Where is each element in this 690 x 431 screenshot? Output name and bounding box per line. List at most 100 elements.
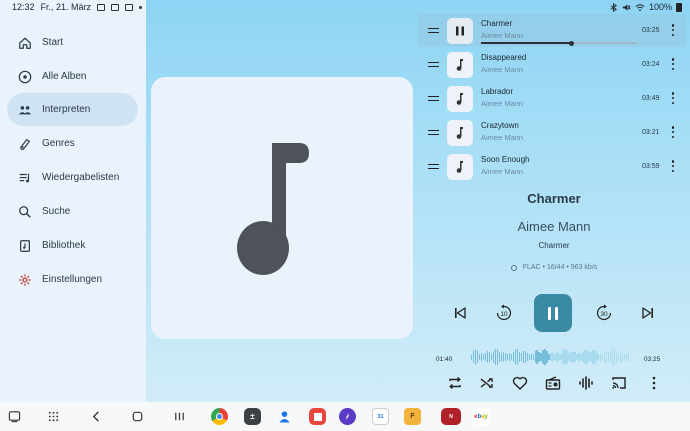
calculator-app-icon[interactable]: ± bbox=[244, 408, 261, 425]
elapsed-time: 01:40 bbox=[436, 356, 453, 363]
more-options-icon[interactable] bbox=[668, 125, 678, 139]
sidebar-item-suche[interactable]: Suche bbox=[7, 195, 138, 228]
queue-item-artist: Aimee Mann bbox=[481, 167, 524, 176]
music-note-icon bbox=[237, 143, 309, 275]
back-button[interactable] bbox=[88, 408, 105, 425]
sidebar-item-label: Bibliothek bbox=[42, 240, 86, 251]
calendar-app-icon[interactable]: 31 bbox=[372, 408, 389, 425]
cast-button[interactable] bbox=[609, 373, 629, 393]
queue-item[interactable]: Crazytown Aimee Mann 03:21 bbox=[418, 116, 686, 149]
waveform[interactable] bbox=[471, 348, 630, 366]
favorite-button[interactable] bbox=[510, 373, 530, 393]
sidebar-item-wiedergabelisten[interactable]: Wiedergabelisten bbox=[7, 161, 138, 194]
next-button[interactable] bbox=[640, 305, 656, 321]
heart-icon bbox=[512, 376, 528, 390]
queue-item-title: Disappeared bbox=[481, 53, 527, 62]
progress-knob bbox=[568, 40, 574, 46]
library-icon bbox=[18, 239, 32, 253]
queue-item-artist: Aimee Mann bbox=[481, 99, 524, 108]
status-bar: 12:32 Fr., 21. März 100% bbox=[0, 0, 690, 14]
queue-list: Charmer Aimee Mann 03:25 Disappeared Aim… bbox=[418, 14, 690, 190]
drag-handle-icon[interactable] bbox=[428, 96, 439, 101]
panel-icon bbox=[8, 411, 21, 423]
more-options-icon[interactable] bbox=[668, 23, 678, 37]
queue-item-artist: Aimee Mann bbox=[481, 133, 524, 142]
sidebar-item-label: Suche bbox=[42, 206, 71, 217]
now-playing-artist[interactable]: Aimee Mann bbox=[418, 219, 690, 234]
sidebar: Start Alle Alben Interpreten Genres Wied… bbox=[0, 14, 146, 402]
skip-previous-icon bbox=[455, 307, 466, 319]
audio-format-info: FLAC • 16/44 • 963 kb/s bbox=[418, 264, 690, 271]
forward-seconds: 30 bbox=[600, 311, 608, 318]
previous-button[interactable] bbox=[452, 305, 468, 321]
cast-icon bbox=[612, 377, 626, 389]
drag-handle-icon[interactable] bbox=[428, 130, 439, 135]
music-note-icon bbox=[447, 154, 473, 180]
queue-item-title: Labrador bbox=[481, 87, 514, 96]
progress-fill bbox=[481, 42, 572, 44]
shuffle-button[interactable] bbox=[477, 373, 497, 393]
sidebar-item-alle-alben[interactable]: Alle Alben bbox=[7, 60, 138, 93]
sidebar-item-interpreten[interactable]: Interpreten bbox=[7, 93, 138, 126]
message-icon bbox=[125, 3, 134, 11]
sidebar-item-label: Genres bbox=[42, 138, 75, 149]
queue-item-title: Crazytown bbox=[481, 121, 519, 130]
flipboard-app-icon[interactable] bbox=[309, 408, 326, 425]
guitar-icon bbox=[18, 137, 32, 151]
queue-item-duration: 03:59 bbox=[642, 163, 660, 170]
queue-item[interactable]: Soon Enough Aimee Mann 03:59 bbox=[418, 150, 686, 183]
queue-item-artist: Aimee Mann bbox=[481, 31, 524, 40]
home-button[interactable] bbox=[129, 408, 146, 425]
sidebar-item-bibliothek[interactable]: Bibliothek bbox=[7, 229, 138, 262]
total-time: 03:25 bbox=[644, 356, 661, 363]
now-playing-album[interactable]: Charmer bbox=[418, 241, 690, 250]
sidebar-item-genres[interactable]: Genres bbox=[7, 127, 138, 160]
drag-handle-icon[interactable] bbox=[428, 62, 439, 67]
ebay-app-icon[interactable]: ebay bbox=[472, 408, 490, 425]
queue-item[interactable]: Disappeared Aimee Mann 03:24 bbox=[418, 48, 686, 81]
music-note-icon bbox=[447, 86, 473, 112]
repeat-icon bbox=[449, 376, 461, 390]
drag-handle-icon[interactable] bbox=[428, 164, 439, 169]
repeat-button[interactable] bbox=[445, 373, 465, 393]
queue-item-artist: Aimee Mann bbox=[481, 65, 524, 74]
equalizer-button[interactable] bbox=[576, 373, 596, 393]
recents-button[interactable] bbox=[171, 408, 188, 425]
taskbar-panel-button[interactable] bbox=[6, 408, 23, 425]
back-icon bbox=[92, 411, 99, 422]
music-note-icon bbox=[447, 120, 473, 146]
chrome-app-icon[interactable] bbox=[211, 408, 228, 425]
radio-icon bbox=[545, 376, 561, 390]
news-app-icon[interactable]: N bbox=[441, 408, 461, 425]
files-app-icon[interactable]: F bbox=[404, 408, 421, 425]
battery-percent: 100% bbox=[648, 2, 672, 12]
queue-item-duration: 03:21 bbox=[642, 129, 660, 136]
more-options-icon[interactable] bbox=[668, 159, 678, 173]
sidebar-item-einstellungen[interactable]: Einstellungen bbox=[7, 263, 138, 296]
skip-next-icon bbox=[642, 307, 653, 319]
contacts-app-icon[interactable] bbox=[276, 408, 293, 425]
waveform-bar bbox=[627, 353, 630, 361]
app-drawer-button[interactable] bbox=[45, 408, 62, 425]
system-taskbar: ± 31 F N ebay bbox=[0, 402, 690, 431]
more-options-icon[interactable] bbox=[668, 91, 678, 105]
battery-icon bbox=[676, 2, 682, 12]
sidebar-item-start[interactable]: Start bbox=[7, 26, 138, 59]
compass-app-icon[interactable] bbox=[339, 408, 356, 425]
drag-handle-icon[interactable] bbox=[428, 28, 439, 33]
recents-icon bbox=[175, 412, 184, 421]
waveform-seekbar[interactable]: 01:40 03:25 bbox=[436, 348, 664, 366]
home-icon bbox=[18, 36, 32, 50]
queue-item[interactable]: Charmer Aimee Mann 03:25 bbox=[418, 14, 686, 47]
queue-item-duration: 03:24 bbox=[642, 61, 660, 68]
rewind-button[interactable]: 10 bbox=[494, 303, 514, 323]
forward-button[interactable]: 30 bbox=[594, 303, 614, 323]
more-vertical-icon bbox=[652, 376, 656, 390]
audio-format-text: FLAC • 16/44 • 963 kb/s bbox=[522, 264, 598, 271]
more-options-icon[interactable] bbox=[668, 57, 678, 71]
queue-item[interactable]: Labrador Aimee Mann 03:49 bbox=[418, 82, 686, 115]
format-icon bbox=[510, 264, 517, 271]
radio-button[interactable] bbox=[543, 373, 563, 393]
more-options-button[interactable] bbox=[644, 373, 664, 393]
play-pause-button[interactable] bbox=[534, 294, 572, 332]
